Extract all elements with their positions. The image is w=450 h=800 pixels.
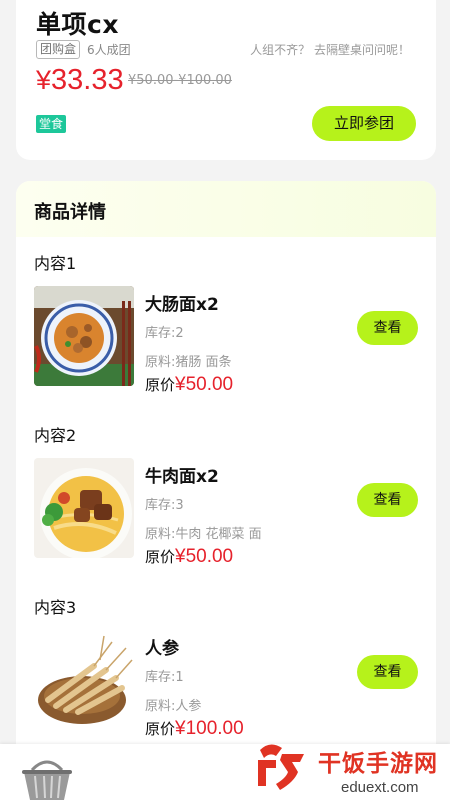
intestine-noodle-image bbox=[34, 286, 134, 386]
price-prefix: 原价 bbox=[145, 720, 176, 738]
group-size: 6人成团 bbox=[87, 43, 131, 57]
price-value: ¥100.00 bbox=[175, 718, 244, 739]
join-group-button[interactable]: 立即参团 bbox=[312, 106, 416, 141]
view-button[interactable]: 查看 bbox=[357, 655, 418, 689]
item-name: 牛肉面x2 bbox=[145, 467, 219, 487]
section-label: 内容1 bbox=[34, 254, 77, 273]
section-label: 内容3 bbox=[34, 598, 77, 617]
basket-icon[interactable] bbox=[20, 756, 74, 800]
beef-noodle-image bbox=[34, 458, 134, 558]
dine-in-tag: 堂食 bbox=[36, 115, 67, 133]
item-name: 人参 bbox=[145, 639, 179, 659]
watermark-url: eduext.com bbox=[341, 779, 419, 796]
price-prefix: 原价 bbox=[145, 376, 176, 394]
price-value: 33.33 bbox=[51, 64, 124, 96]
details-title: 商品详情 bbox=[34, 202, 106, 223]
price-value: ¥50.00 bbox=[175, 374, 234, 395]
item-original-price: 原价¥50.00 bbox=[145, 546, 233, 568]
group-box-tag: 团购盒 bbox=[36, 40, 81, 59]
currency-symbol: ¥ bbox=[36, 65, 52, 95]
price-value: ¥50.00 bbox=[175, 546, 234, 567]
price-prefix: 原价 bbox=[145, 548, 176, 566]
view-button[interactable]: 查看 bbox=[357, 311, 418, 345]
item-original-price: 原价¥100.00 bbox=[145, 718, 244, 740]
item-ingredients: 原料:人参 bbox=[145, 699, 202, 714]
item-stock: 库存:3 bbox=[145, 498, 184, 513]
item-ingredients: 原料:牛肉 花椰菜 面 bbox=[145, 527, 262, 542]
ginseng-image bbox=[34, 630, 134, 730]
item-original-price: 原价¥50.00 bbox=[145, 374, 233, 396]
watermark-brand: 干饭手游网 bbox=[318, 751, 438, 777]
item-name: 大肠面x2 bbox=[145, 295, 219, 315]
original-price-range: ¥50.00-¥100.00 bbox=[128, 73, 232, 88]
item-ingredients: 原料:猪肠 面条 bbox=[145, 355, 232, 370]
view-button[interactable]: 查看 bbox=[357, 483, 418, 517]
group-hint: 人组不齐？ 去隔壁桌问问呢！ bbox=[250, 43, 410, 57]
item-stock: 库存:1 bbox=[145, 670, 184, 685]
item-stock: 库存:2 bbox=[145, 326, 184, 341]
product-title: 单项cx bbox=[36, 10, 119, 39]
group-price: ¥33.33 bbox=[36, 64, 124, 97]
section-label: 内容2 bbox=[34, 426, 77, 445]
